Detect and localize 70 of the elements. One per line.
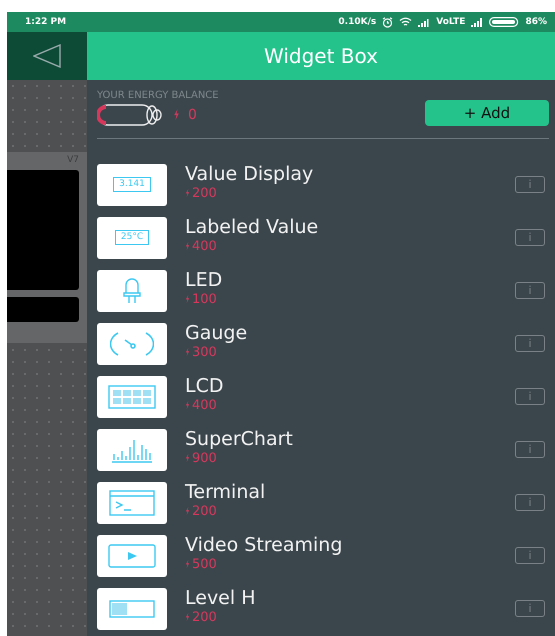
widget-name[interactable]: Value Display (185, 162, 515, 186)
widget-icon-card[interactable] (97, 588, 167, 630)
widget-name[interactable]: Gauge (185, 322, 515, 344)
widget-name[interactable]: Terminal (185, 480, 515, 504)
wifi-icon (399, 17, 412, 27)
bolt-icon (185, 242, 190, 250)
widget-icon-card[interactable] (97, 428, 167, 470)
widget-price: 200 (192, 610, 217, 624)
led-icon (123, 278, 141, 304)
terminal-icon (109, 490, 155, 516)
info-button[interactable]: i (515, 547, 545, 564)
info-button[interactable]: i (515, 176, 545, 193)
widget-name[interactable]: Video Streaming (185, 534, 515, 556)
lcd-icon (108, 384, 156, 408)
back-icon (33, 44, 61, 68)
energy-balance: 0 (188, 107, 197, 123)
level-bar-icon (109, 600, 155, 618)
bolt-icon (185, 613, 190, 621)
bolt-icon (185, 560, 190, 568)
gauge-icon (110, 330, 154, 358)
battery-level: 86% (525, 17, 547, 27)
bolt-icon (185, 189, 190, 197)
network-speed: 0.10K/s (338, 17, 376, 27)
clock: 1:22 PM (25, 17, 66, 27)
info-button[interactable]: i (515, 229, 545, 246)
widget-price: 200 (192, 186, 217, 200)
widget-icon-card[interactable]: 25°C (97, 216, 167, 258)
widget-price: 200 (192, 504, 217, 518)
info-button[interactable]: i (515, 282, 545, 299)
value-icon: 25°C (114, 230, 150, 245)
bolt-icon (185, 401, 190, 409)
widget-price: 100 (192, 292, 217, 306)
info-button[interactable]: i (515, 335, 545, 352)
play-icon (108, 544, 156, 568)
widget-name[interactable]: SuperChart (185, 428, 515, 450)
widget-icon-card[interactable] (97, 376, 167, 418)
info-button[interactable]: i (515, 600, 545, 617)
widget-icon-card[interactable]: 3.141 (97, 164, 167, 206)
add-button[interactable]: + Add (425, 100, 549, 126)
bolt-icon (185, 348, 190, 356)
widget-name[interactable]: Labeled Value (185, 216, 515, 238)
widget-price: 400 (192, 398, 217, 412)
bolt-icon (173, 109, 180, 121)
network-type: VoLTE (436, 17, 466, 27)
alarm-icon (382, 16, 394, 28)
bolt-icon (185, 454, 190, 462)
window-title: Widget Box (264, 44, 378, 68)
battery-icon (489, 17, 520, 27)
widget-name[interactable]: LCD (185, 374, 515, 398)
widget-price: 400 (192, 238, 217, 254)
widget-price: 300 (192, 344, 217, 360)
widget-icon-card[interactable] (97, 482, 167, 524)
widget-icon-card[interactable] (97, 534, 167, 576)
display-field (7, 297, 79, 322)
bolt-icon (185, 295, 190, 303)
widget-price: 900 (192, 450, 217, 466)
signal-icon (471, 18, 484, 26)
widget-name[interactable]: Level H (185, 586, 515, 610)
info-button[interactable]: i (515, 388, 545, 405)
info-button[interactable]: i (515, 441, 545, 458)
back-button[interactable] (7, 32, 87, 80)
widget-icon-card[interactable] (97, 322, 167, 364)
widget-icon-card[interactable] (97, 270, 167, 312)
value-icon: 3.141 (113, 177, 151, 192)
energy-label: YOUR ENERGY BALANCE (97, 90, 220, 101)
signal-icon (418, 18, 430, 26)
info-button[interactable]: i (515, 494, 545, 511)
widget-name[interactable]: LED (185, 268, 515, 292)
bolt-icon (185, 507, 190, 515)
widget-price: 500 (192, 556, 217, 572)
